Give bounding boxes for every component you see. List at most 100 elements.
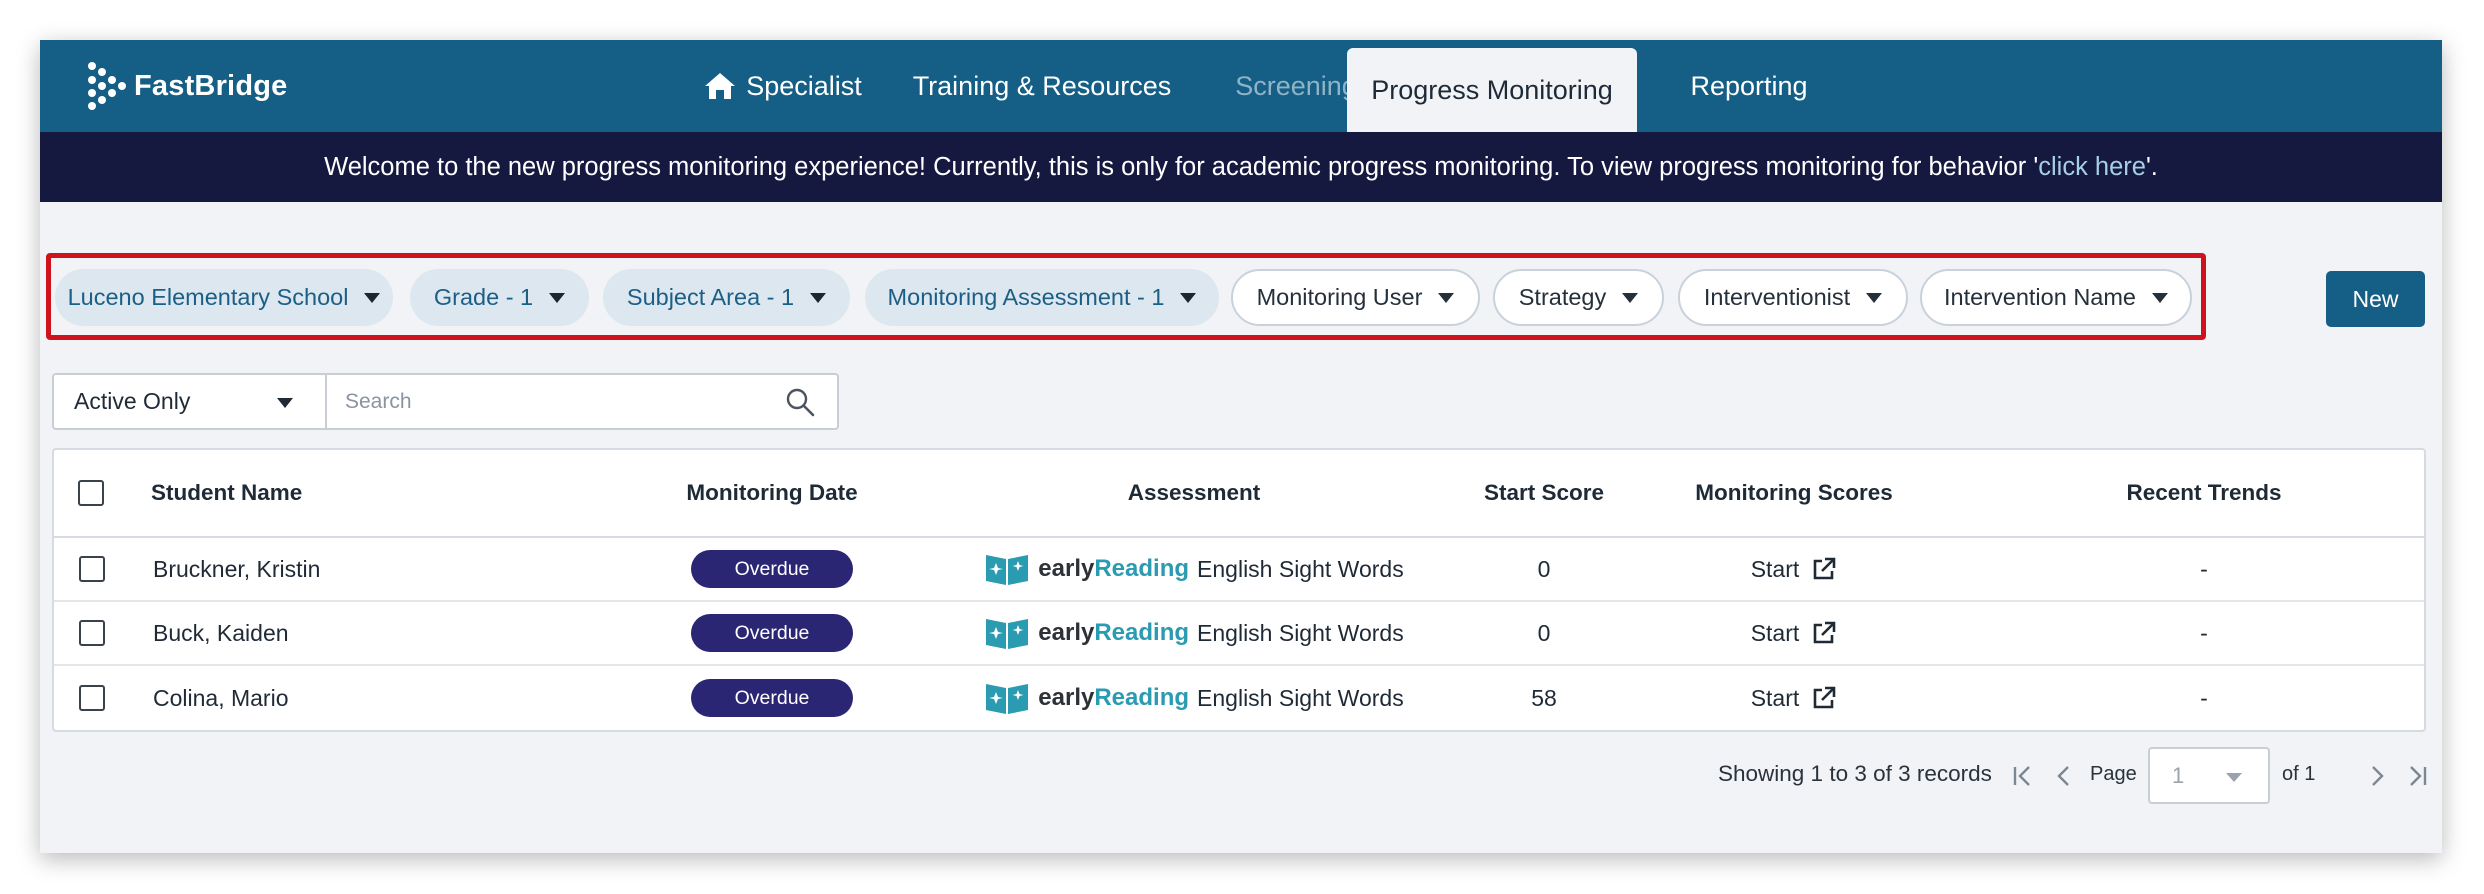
caret-down-icon [549,292,566,303]
status-badge: Overdue [691,679,853,717]
search-input[interactable] [345,375,765,428]
nav-training-resources[interactable]: Training & Resources [906,40,1178,132]
nav-progress-monitoring[interactable]: Progress Monitoring [1347,48,1637,132]
caret-down-icon [1438,292,1455,303]
caret-down-icon [2152,292,2169,303]
recent-trend: - [2200,619,2208,646]
filter-school[interactable]: Luceno Elementary School [55,269,393,326]
fastbridge-logo[interactable]: FastBridge [84,62,287,110]
assessment-name: English Sight Words [1197,619,1404,646]
table-row: Bruckner, Kristin Overdue early Reading E… [54,538,2424,602]
top-nav: FastBridge Specialist Training & Resourc… [40,40,2442,132]
column-header[interactable]: Assessment [984,450,1404,536]
external-link-icon[interactable] [1811,620,1837,646]
select-all-checkbox-cell [78,450,104,536]
start-link[interactable]: Start [1751,556,1800,583]
home-icon [705,73,736,99]
page-label: Page [2090,762,2137,785]
filter-user-label: Monitoring User [1256,284,1423,310]
first-page-icon[interactable] [2010,763,2036,789]
column-header[interactable]: Monitoring Scores [1644,450,1944,536]
brand-reading: Reading [1094,684,1190,711]
filter-interventionist[interactable]: Interventionist [1678,269,1908,326]
student-name[interactable]: Buck, Kaiden [153,602,289,664]
nav-reporting[interactable]: Reporting [1674,40,1824,132]
nav-specialist[interactable]: Specialist [672,40,894,132]
column-header[interactable]: Monitoring Date [616,450,928,536]
student-name[interactable]: Bruckner, Kristin [153,538,320,600]
assessment-cell: early Reading English Sight Words [924,602,1464,664]
row-checkbox[interactable] [79,556,105,582]
monitoring-date-cell: Overdue [616,602,928,664]
monitoring-scores-cell[interactable]: Start [1644,538,1944,600]
select-all-checkbox[interactable] [78,480,104,506]
page-select-value: 1 [2172,762,2185,788]
start-link[interactable]: Start [1751,685,1800,712]
monitoring-scores-cell[interactable]: Start [1644,602,1944,664]
column-header[interactable]: Recent Trends [2054,450,2354,536]
row-checkbox-cell [79,538,105,600]
caret-down-icon [364,292,381,303]
banner-link[interactable]: click here [2038,153,2146,182]
column-header[interactable]: Student Name [151,450,302,536]
caret-down-icon [1180,292,1197,303]
filter-grade[interactable]: Grade - 1 [410,269,589,326]
filter-assessment-label: Monitoring Assessment - 1 [887,284,1165,310]
row-checkbox[interactable] [79,620,105,646]
filter-subject-area[interactable]: Subject Area - 1 [603,269,850,326]
filter-monitoring-user[interactable]: Monitoring User [1231,269,1480,326]
nav-reporting-label: Reporting [1690,70,1808,101]
page-count: of 1 [2282,762,2316,785]
page-select[interactable]: 1 [2148,747,2270,804]
monitoring-date-cell: Overdue [616,666,928,730]
app-window: FastBridge Specialist Training & Resourc… [40,40,2442,853]
students-table: Student Name Monitoring Date Assessment … [52,448,2426,732]
status-badge: Overdue [691,614,853,652]
caret-down-icon [1866,292,1883,303]
monitoring-scores-cell[interactable]: Start [1644,666,1944,730]
prev-page-icon[interactable] [2051,763,2077,789]
status-select[interactable]: Active Only [52,373,327,430]
table-row: Buck, Kaiden Overdue early Reading Englis… [54,602,2424,666]
filter-interventionist-label: Interventionist [1703,284,1851,310]
search-field [327,373,839,430]
new-button[interactable]: New [2326,271,2425,327]
banner-text: Welcome to the new progress monitoring e… [324,152,2039,181]
filter-strategy[interactable]: Strategy [1493,269,1664,326]
assessment-cell: early Reading English Sight Words [924,666,1464,730]
fastbridge-logo-icon [84,62,128,110]
nav-progress-label: Progress Monitoring [1371,74,1613,105]
status-badge: Overdue [691,550,853,588]
start-link[interactable]: Start [1751,620,1800,647]
recent-trend: - [2200,555,2208,582]
filter-monitoring-assessment[interactable]: Monitoring Assessment - 1 [865,269,1219,326]
row-checkbox-cell [79,666,105,730]
row-checkbox[interactable] [79,685,105,711]
assessment-name: English Sight Words [1197,684,1404,711]
external-link-icon[interactable] [1811,685,1837,711]
pagination-summary: Showing 1 to 3 of 3 records [1718,761,1992,786]
start-score: 0 [1537,619,1551,646]
caret-down-icon [2226,773,2242,782]
student-name[interactable]: Colina, Mario [153,666,289,730]
assessment-cell: early Reading English Sight Words [924,538,1464,600]
external-link-icon[interactable] [1811,556,1837,582]
app-name: FastBridge [134,69,288,102]
filter-intervention-name[interactable]: Intervention Name [1920,269,2192,326]
start-score: 0 [1537,555,1551,582]
nav-specialist-label: Specialist [746,70,862,101]
filter-school-label: Luceno Elementary School [67,284,349,310]
table-row: Colina, Mario Overdue early Reading Engli… [54,666,2424,730]
last-page-icon[interactable] [2404,763,2430,789]
filter-strategy-label: Strategy [1518,284,1607,310]
banner-suffix: '. [2145,152,2158,181]
brand-reading: Reading [1094,555,1190,582]
assessment-name: English Sight Words [1197,555,1404,582]
recent-trend: - [2200,684,2208,711]
column-header[interactable]: Start Score [1444,450,1644,536]
row-checkbox-cell [79,602,105,664]
next-page-icon[interactable] [2364,763,2390,789]
search-icon[interactable] [785,387,815,417]
nav-training-label: Training & Resources [912,70,1172,101]
brand-early: early [1038,555,1095,582]
